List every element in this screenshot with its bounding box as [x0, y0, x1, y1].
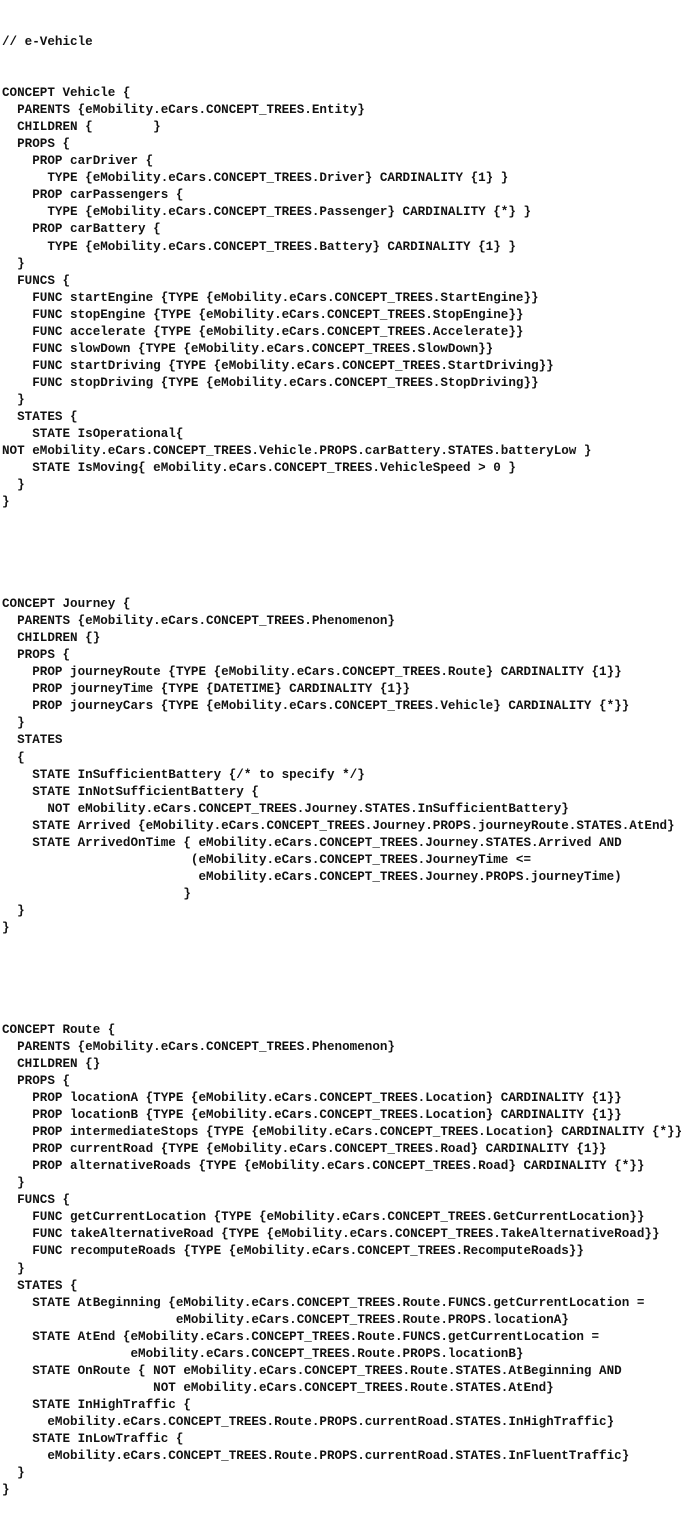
code-line: FUNCS { — [2, 273, 71, 288]
code-line: } — [2, 1465, 25, 1480]
code-line: STATE AtEnd {eMobility.eCars.CONCEPT_TRE… — [2, 1329, 600, 1344]
code-line: PROP journeyRoute {TYPE {eMobility.eCars… — [2, 665, 622, 680]
code-line: STATE Arrived {eMobility.eCars.CONCEPT_T… — [2, 818, 675, 833]
code-line: eMobility.eCars.CONCEPT_TREES.Route.PROP… — [2, 1312, 569, 1327]
code-line: FUNC startEngine {TYPE {eMobility.eCars.… — [2, 290, 539, 305]
code-line: FUNC recomputeRoads {TYPE {eMobility.eCa… — [2, 1244, 584, 1259]
code-line: PROP journeyCars {TYPE {eMobility.eCars.… — [2, 699, 630, 714]
code-line: CONCEPT Route { — [2, 1023, 116, 1038]
code-line: } — [2, 920, 10, 935]
code-line: } — [2, 716, 25, 731]
code-listing: // e-Vehicle CONCEPT Vehicle { PARENTS {… — [2, 0, 682, 1516]
code-line: STATE InHighTraffic { — [2, 1397, 191, 1412]
code-line: } — [2, 477, 25, 492]
code-line: FUNCS { — [2, 1193, 71, 1208]
code-line: STATE IsOperational{ — [2, 426, 184, 441]
code-line: TYPE {eMobility.eCars.CONCEPT_TREES.Batt… — [2, 239, 516, 254]
code-line: FUNC accelerate {TYPE {eMobility.eCars.C… — [2, 324, 524, 339]
code-line: FUNC stopEngine {TYPE {eMobility.eCars.C… — [2, 307, 524, 322]
code-line: PROPS { — [2, 1074, 71, 1089]
code-line: STATE InLowTraffic { — [2, 1431, 184, 1446]
code-line: FUNC slowDown {TYPE {eMobility.eCars.CON… — [2, 341, 494, 356]
code-line: PROP carDriver { — [2, 154, 154, 169]
code-line: TYPE {eMobility.eCars.CONCEPT_TREES.Driv… — [2, 171, 509, 186]
code-line: CONCEPT Vehicle { — [2, 86, 131, 101]
code-line: { — [2, 750, 25, 765]
code-line: STATES — [2, 733, 63, 748]
code-line: STATES { — [2, 409, 78, 424]
code-line: STATE InSufficientBattery {/* to specify… — [2, 767, 365, 782]
code-line: eMobility.eCars.CONCEPT_TREES.Route.PROP… — [2, 1346, 524, 1361]
code-line: STATE ArrivedOnTime { eMobility.eCars.CO… — [2, 835, 622, 850]
code-line: NOT eMobility.eCars.CONCEPT_TREES.Journe… — [2, 801, 569, 816]
code-line: PARENTS {eMobility.eCars.CONCEPT_TREES.E… — [2, 103, 365, 118]
code-line: PROP journeyTime {TYPE {DATETIME} CARDIN… — [2, 682, 411, 697]
concept-block-route: CONCEPT Route { PARENTS {eMobility.eCars… — [2, 1022, 682, 1499]
code-line: NOT eMobility.eCars.CONCEPT_TREES.Vehicl… — [2, 443, 592, 458]
code-line: } — [2, 1261, 25, 1276]
code-line: } — [2, 392, 25, 407]
code-line: eMobility.eCars.CONCEPT_TREES.Route.PROP… — [2, 1448, 630, 1463]
code-line: PARENTS {eMobility.eCars.CONCEPT_TREES.P… — [2, 1040, 395, 1055]
code-line: } — [2, 1176, 25, 1191]
code-line: PROP intermediateStops {TYPE {eMobility.… — [2, 1125, 683, 1140]
code-line: PROP locationA {TYPE {eMobility.eCars.CO… — [2, 1091, 622, 1106]
code-line: STATE AtBeginning {eMobility.eCars.CONCE… — [2, 1295, 645, 1310]
code-line: TYPE {eMobility.eCars.CONCEPT_TREES.Pass… — [2, 205, 532, 220]
code-line: } — [2, 1482, 10, 1497]
code-line: PROP alternativeRoads {TYPE {eMobility.e… — [2, 1159, 645, 1174]
code-line: NOT eMobility.eCars.CONCEPT_TREES.Route.… — [2, 1380, 554, 1395]
code-line: } — [2, 903, 25, 918]
code-line: FUNC getCurrentLocation {TYPE {eMobility… — [2, 1210, 645, 1225]
code-line: PROP carBattery { — [2, 222, 161, 237]
code-line: STATES { — [2, 1278, 78, 1293]
code-line: } — [2, 256, 25, 271]
code-line: CHILDREN {} — [2, 1057, 101, 1072]
code-line: } — [2, 886, 191, 901]
code-line: PROP locationB {TYPE {eMobility.eCars.CO… — [2, 1108, 622, 1123]
code-line: } — [2, 494, 10, 509]
concept-block-vehicle: CONCEPT Vehicle { PARENTS {eMobility.eCa… — [2, 85, 682, 511]
code-line: FUNC stopDriving {TYPE {eMobility.eCars.… — [2, 375, 539, 390]
code-line: STATE IsMoving{ eMobility.eCars.CONCEPT_… — [2, 460, 516, 475]
code-line: CHILDREN { } — [2, 120, 161, 135]
code-line: CHILDREN {} — [2, 631, 101, 646]
code-line: PROPS { — [2, 137, 71, 152]
code-line: PROP currentRoad {TYPE {eMobility.eCars.… — [2, 1142, 607, 1157]
code-line: PARENTS {eMobility.eCars.CONCEPT_TREES.P… — [2, 614, 395, 629]
code-line: PROP carPassengers { — [2, 188, 184, 203]
code-line: STATE OnRoute { NOT eMobility.eCars.CONC… — [2, 1363, 622, 1378]
concept-block-journey: CONCEPT Journey { PARENTS {eMobility.eCa… — [2, 596, 682, 937]
code-line: STATE InNotSufficientBattery { — [2, 784, 259, 799]
header-comment: // e-Vehicle — [2, 35, 93, 50]
code-line: FUNC takeAlternativeRoad {TYPE {eMobilit… — [2, 1227, 660, 1242]
code-line: FUNC startDriving {TYPE {eMobility.eCars… — [2, 358, 554, 373]
code-line: eMobility.eCars.CONCEPT_TREES.Route.PROP… — [2, 1414, 615, 1429]
code-line: PROPS { — [2, 648, 71, 663]
code-line: CONCEPT Journey { — [2, 597, 131, 612]
code-line: (eMobility.eCars.CONCEPT_TREES.JourneyTi… — [2, 852, 532, 867]
code-line: eMobility.eCars.CONCEPT_TREES.Journey.PR… — [2, 869, 622, 884]
